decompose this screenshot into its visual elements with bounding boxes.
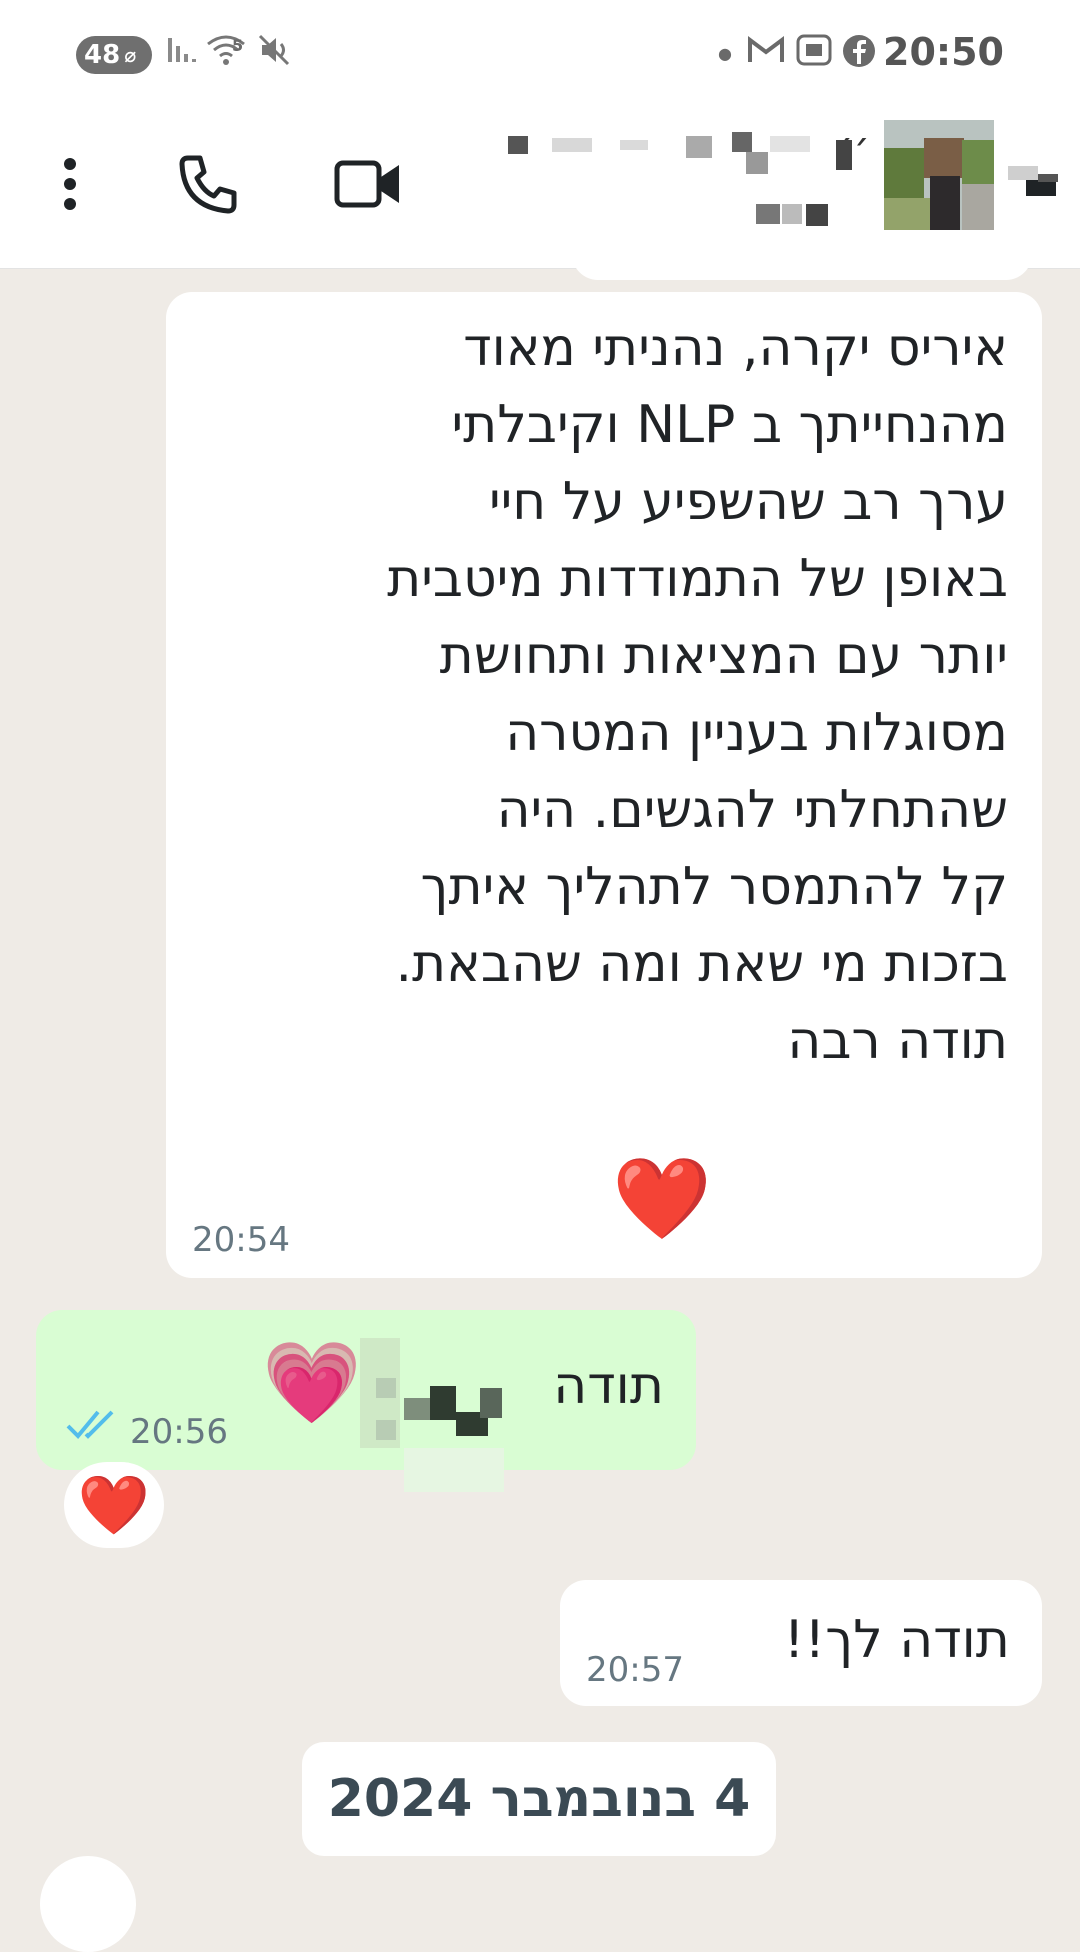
message-time: 20:54 — [192, 1220, 290, 1260]
facebook-icon — [842, 34, 876, 76]
date-separator: 4 בנובמבר 2024 — [302, 1742, 776, 1856]
battery-saver-icon: ⌀ — [124, 43, 137, 67]
voice-call-button[interactable] — [166, 100, 250, 268]
network-type: 5 — [232, 36, 244, 55]
video-camera-icon — [334, 160, 399, 208]
arrow-back-icon — [1008, 166, 1058, 196]
clock: 20:50 — [883, 30, 1004, 74]
back-button[interactable] — [1008, 160, 1060, 208]
more-vert-icon — [64, 158, 76, 210]
message-reaction[interactable]: ❤️ — [64, 1462, 164, 1548]
signal-icon — [168, 34, 196, 72]
more-options-button[interactable] — [40, 100, 100, 268]
scroll-to-bottom-button[interactable] — [40, 1856, 136, 1952]
screenshot-icon — [796, 34, 832, 74]
message-text: תודה לך!! — [783, 1610, 1010, 1670]
gmail-icon — [746, 34, 786, 74]
message-text: איריס יקרה, נהניתי מאוד מהנחייתך ב NLP ו… — [387, 318, 1008, 1071]
notification-dot-icon: ● — [718, 44, 732, 63]
red-heart-emoji-icon: ❤️ — [612, 1152, 712, 1245]
message-text: תודה — [553, 1356, 664, 1416]
status-bar: 48 ⌀ 5 ● 20:50 — [0, 0, 1080, 100]
mute-icon — [258, 34, 292, 74]
incoming-message-bubble[interactable]: תודה לך!! 20:57 — [560, 1580, 1042, 1706]
previous-message-bubble — [572, 230, 1032, 280]
red-heart-reaction-icon: ❤️ — [77, 1470, 151, 1539]
outgoing-message-bubble[interactable]: תודה 💗 20:56 — [36, 1310, 696, 1492]
pink-heart-emoji-icon: 💗 — [262, 1336, 362, 1429]
read-receipt-icon — [66, 1408, 118, 1446]
contact-avatar[interactable] — [884, 120, 994, 232]
battery-level: 48 — [84, 40, 121, 70]
video-call-button[interactable] — [318, 100, 418, 268]
battery-indicator: 48 ⌀ — [76, 36, 152, 74]
message-time: 20:57 — [586, 1650, 684, 1690]
message-time: 20:56 — [130, 1412, 228, 1452]
redacted-name — [360, 1338, 560, 1498]
incoming-message-bubble[interactable]: איריס יקרה, נהניתי מאוד מהנחייתך ב NLP ו… — [166, 292, 1042, 1278]
phone-icon — [179, 155, 237, 214]
